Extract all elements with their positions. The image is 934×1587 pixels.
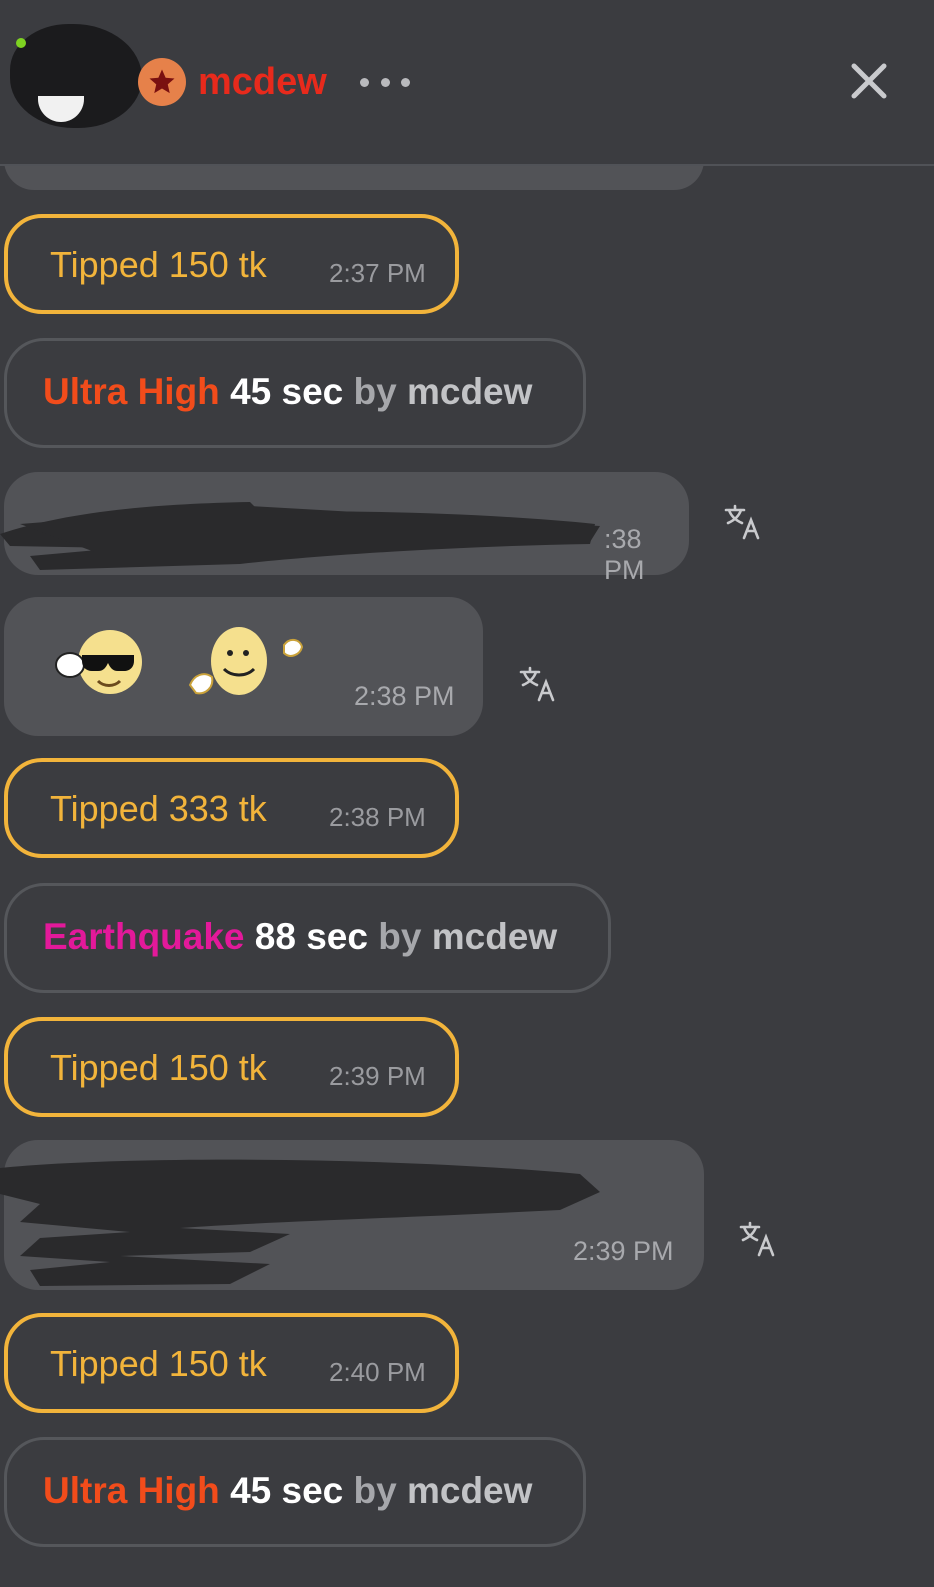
tip-label: Tipped 150 tk bbox=[50, 244, 267, 285]
message-time: 2:37 PM bbox=[329, 258, 426, 288]
message-time: 2:38 PM bbox=[329, 802, 426, 832]
star-badge-icon bbox=[138, 58, 186, 106]
tip-label: Tipped 333 tk bbox=[50, 788, 267, 829]
lovense-activation-message: Ultra High 45 sec by mcdew bbox=[4, 1437, 586, 1547]
close-icon[interactable] bbox=[848, 60, 890, 102]
username[interactable]: mcdew bbox=[198, 58, 327, 106]
message-time: 2:38 PM bbox=[354, 681, 455, 711]
tipper-username[interactable]: mcdew bbox=[407, 1470, 532, 1511]
translate-icon[interactable] bbox=[519, 664, 559, 704]
tip-message: Tipped 150 tk 2:39 PM bbox=[4, 1017, 459, 1117]
message-time: :38 PM bbox=[604, 524, 645, 585]
tip-label: Tipped 150 tk bbox=[50, 1047, 267, 1088]
vibration-duration: 88 sec bbox=[254, 916, 368, 957]
by-text: by bbox=[378, 916, 422, 957]
vibration-duration: 45 sec bbox=[230, 1470, 344, 1511]
redaction-scribble bbox=[0, 1159, 600, 1286]
lovense-activation-message: Ultra High 45 sec by mcdew bbox=[4, 338, 586, 448]
cool-sunglasses-emoji-icon bbox=[55, 630, 142, 694]
vibration-level: Ultra High bbox=[43, 371, 220, 412]
chat-bubble: :38 PM bbox=[0, 472, 689, 585]
lovense-activation-message: Earthquake 88 sec by mcdew bbox=[4, 883, 611, 993]
by-text: by bbox=[353, 1470, 397, 1511]
by-text: by bbox=[353, 371, 397, 412]
vibration-duration: 45 sec bbox=[230, 371, 344, 412]
vibration-level: Ultra High bbox=[43, 1470, 220, 1511]
vibration-level: Earthquake bbox=[43, 916, 245, 957]
tip-message: Tipped 333 tk 2:38 PM bbox=[4, 758, 459, 858]
message-time: 2:40 PM bbox=[329, 1357, 426, 1387]
chat-bubble: 2:38 PM bbox=[4, 597, 483, 736]
redaction-scribble bbox=[0, 502, 600, 570]
chat-header: mcdew bbox=[0, 0, 934, 166]
waving-smile-emoji-icon bbox=[188, 627, 304, 695]
message-time: 2:39 PM bbox=[329, 1061, 426, 1091]
online-status-indicator bbox=[16, 38, 26, 48]
translate-icon[interactable] bbox=[739, 1219, 779, 1259]
chat-bubble: 2:39 PM bbox=[0, 1140, 704, 1290]
tipper-username[interactable]: mcdew bbox=[407, 371, 532, 412]
translate-icon[interactable] bbox=[724, 502, 764, 542]
avatar[interactable] bbox=[10, 24, 142, 128]
tip-message: Tipped 150 tk 2:37 PM bbox=[4, 214, 459, 314]
tip-label: Tipped 150 tk bbox=[50, 1343, 267, 1384]
tip-message: Tipped 150 tk 2:40 PM bbox=[4, 1313, 459, 1413]
tipper-username[interactable]: mcdew bbox=[432, 916, 557, 957]
more-horizontal-icon[interactable] bbox=[356, 60, 414, 104]
message-time: 2:39 PM bbox=[573, 1236, 674, 1266]
